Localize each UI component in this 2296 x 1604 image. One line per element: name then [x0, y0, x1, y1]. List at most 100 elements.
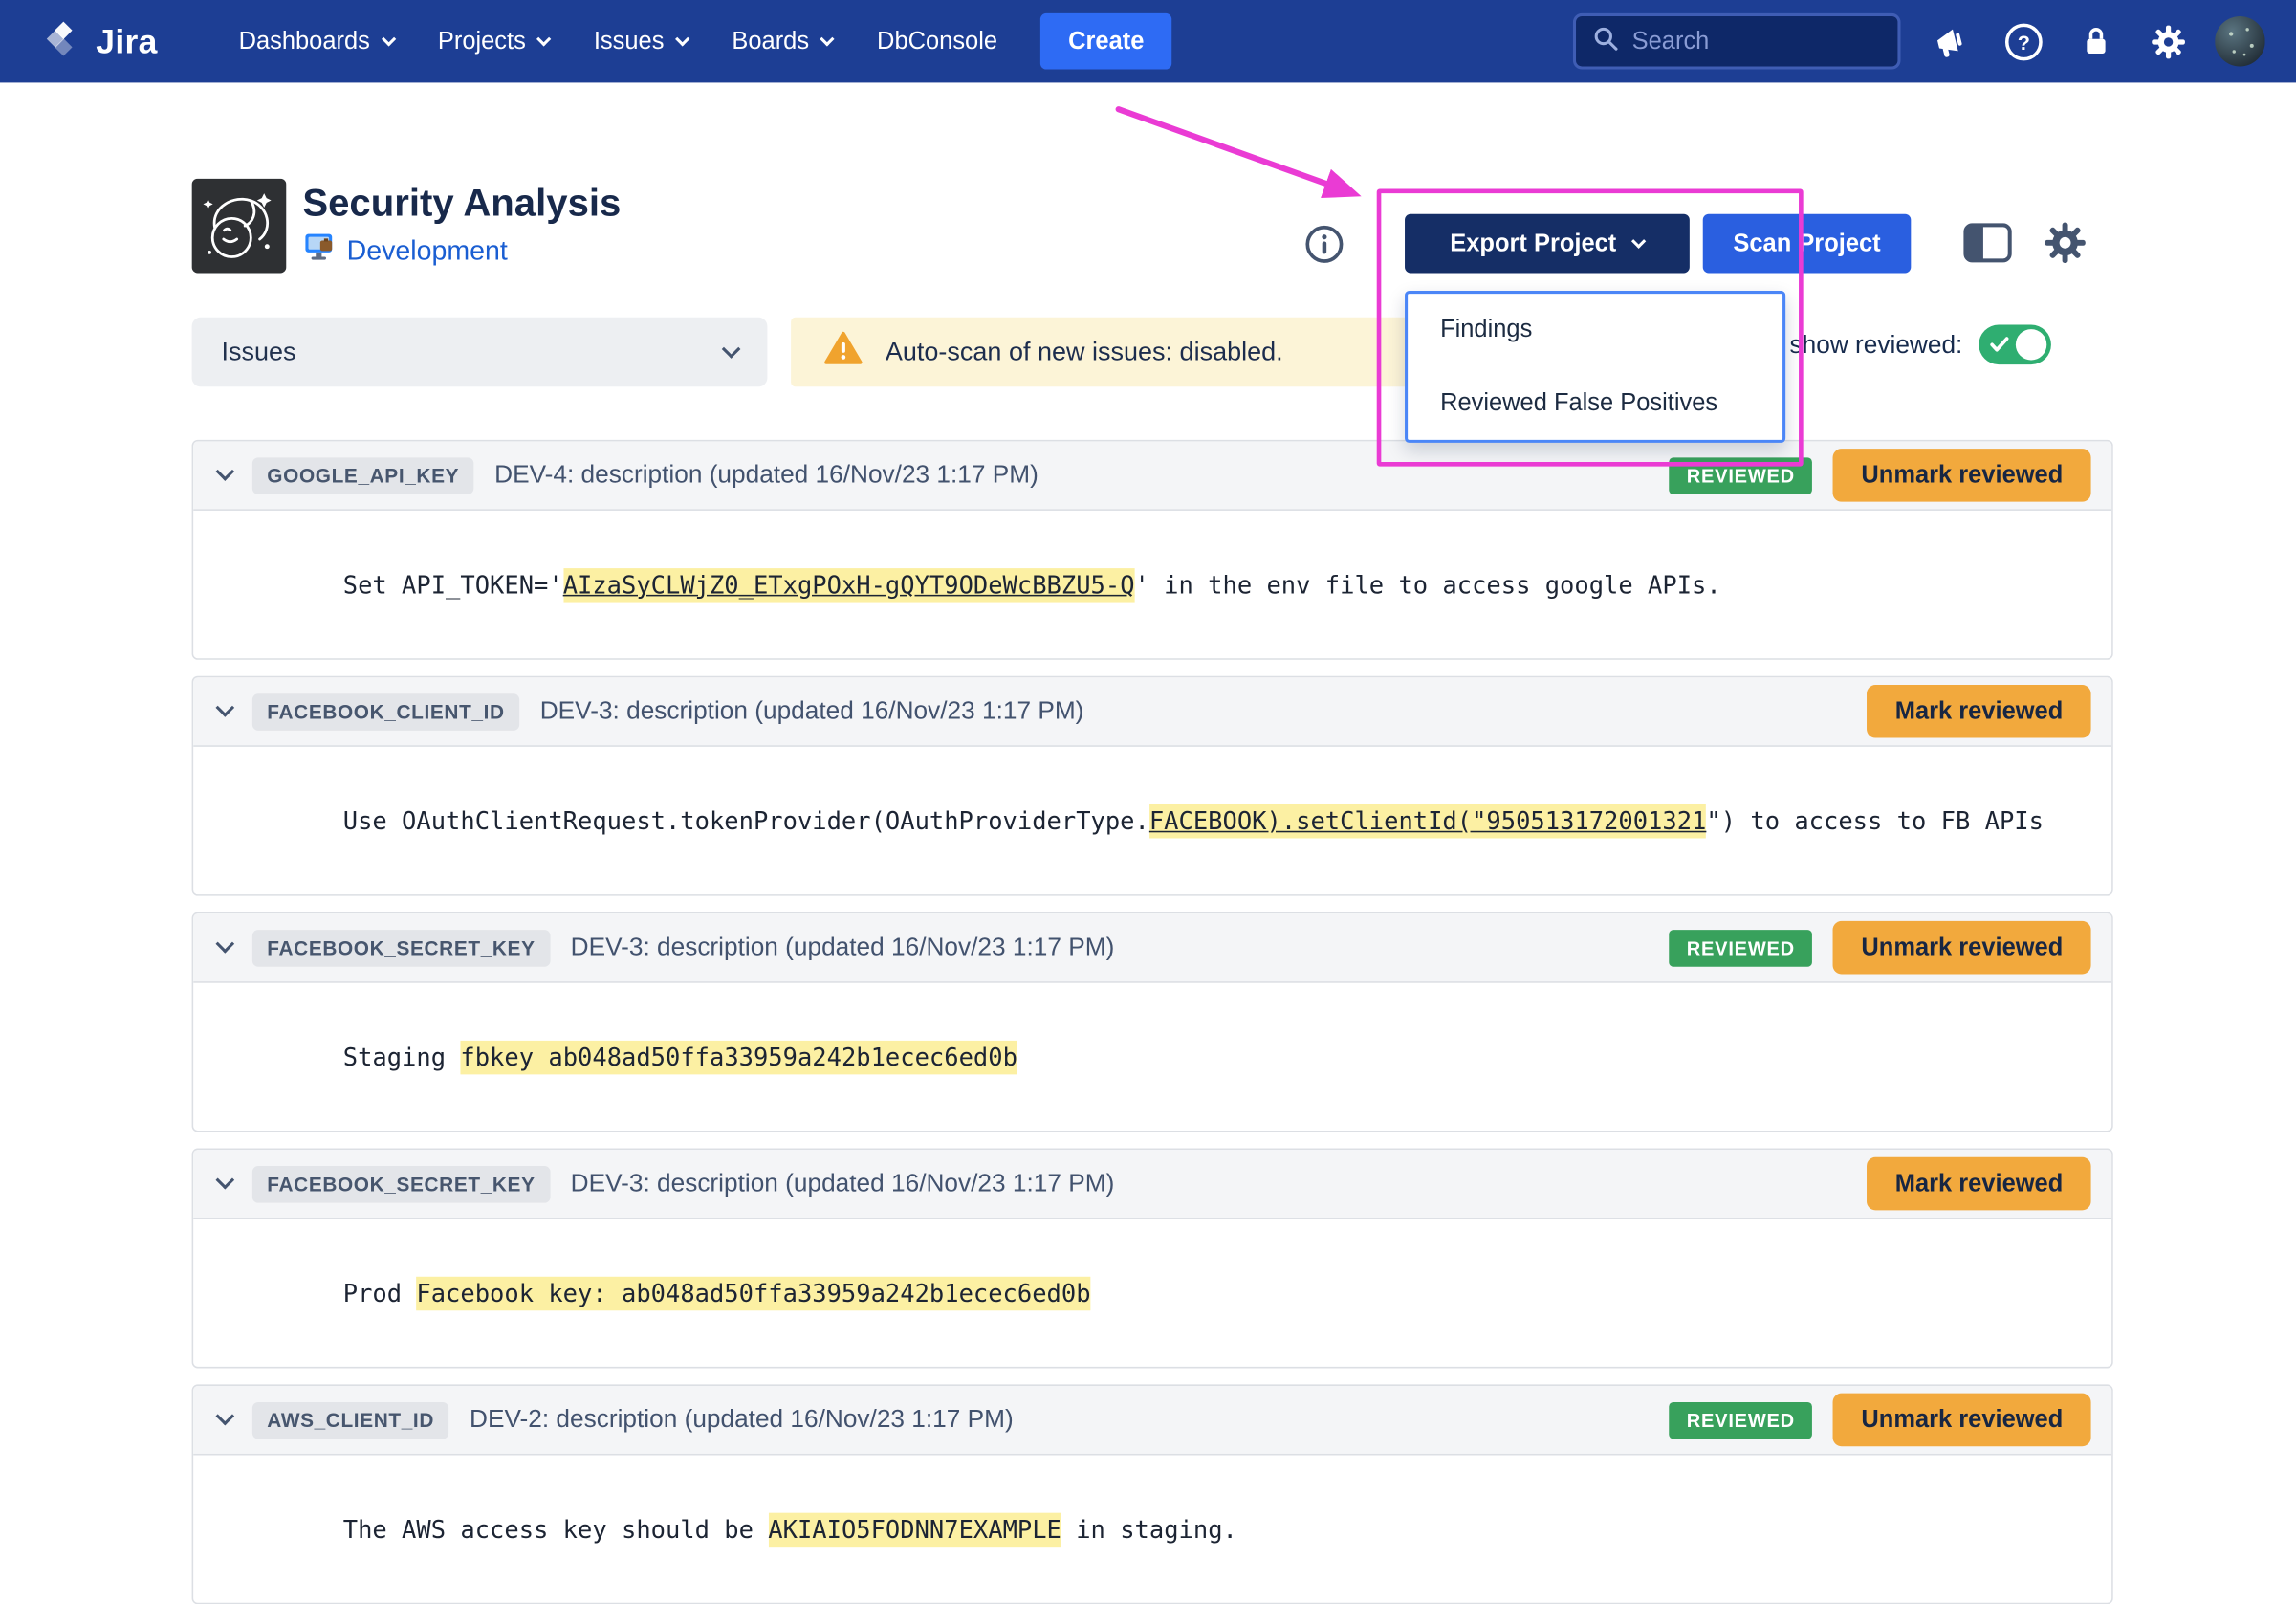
development-category-icon [302, 231, 335, 269]
unmark-reviewed-button[interactable]: Unmark reviewed [1833, 449, 2091, 502]
description-segment: Set API_TOKEN=' [343, 571, 563, 599]
finding-card: FACEBOOK_CLIENT_ID DEV-3: description (u… [192, 676, 2113, 896]
nav-item-label: Boards [732, 28, 809, 55]
jira-logo-icon [44, 18, 82, 64]
finding-description: Use OAuthClientRequest.tokenProvider(OAu… [193, 747, 2111, 894]
search-icon [1592, 24, 1619, 57]
secret-highlight: AIzaSyCLWjZ0_ETxgPOxH-gQYT9ODeWcBBZU5-Q [563, 568, 1135, 602]
description-segment: ") to access to FB APIs [1706, 807, 2044, 835]
nav-dbconsole[interactable]: DbConsole [855, 0, 1019, 82]
jira-logo-text: Jira [96, 21, 157, 61]
finding-card: FACEBOOK_SECRET_KEY DEV-3: description (… [192, 1149, 2113, 1369]
finding-type-badge: GOOGLE_API_KEY [252, 457, 474, 494]
findings-list: GOOGLE_API_KEY DEV-4: description (updat… [192, 440, 2113, 1604]
reviewed-badge: REVIEWED [1669, 1401, 1812, 1439]
info-icon[interactable] [1304, 225, 1345, 272]
unmark-reviewed-button[interactable]: Unmark reviewed [1833, 921, 2091, 975]
nav-item-label: Dashboards [239, 28, 370, 55]
finding-type-badge: FACEBOOK_CLIENT_ID [252, 692, 519, 730]
finding-card: FACEBOOK_SECRET_KEY DEV-3: description (… [192, 912, 2113, 1132]
toggle-knob [2016, 329, 2046, 360]
check-icon [1989, 335, 2010, 354]
chevron-down-icon [537, 31, 552, 45]
annotation-arrow [1092, 85, 1416, 248]
collapse-chevron-icon[interactable] [216, 1407, 235, 1426]
development-link[interactable]: Development [347, 234, 508, 267]
finding-title: DEV-3: description (updated 16/Nov/23 1:… [571, 1169, 1115, 1198]
mark-reviewed-button[interactable]: Mark reviewed [1867, 685, 2090, 738]
finding-title: DEV-3: description (updated 16/Nov/23 1:… [540, 696, 1084, 726]
finding-title: DEV-3: description (updated 16/Nov/23 1:… [571, 933, 1115, 962]
lock-icon[interactable] [2068, 14, 2122, 68]
svg-text:?: ? [2017, 30, 2029, 54]
finding-type-badge: FACEBOOK_SECRET_KEY [252, 929, 550, 966]
description-segment: Prod [343, 1280, 417, 1307]
nav-dashboards[interactable]: Dashboards [216, 0, 415, 82]
finding-description: Staging fbkey ab048ad50ffa33959a242b1ece… [193, 983, 2111, 1131]
jira-logo[interactable]: Jira [44, 18, 157, 64]
secret-highlight: AKIAIO5FODNN7EXAMPLE [768, 1513, 1061, 1547]
chevron-down-icon [722, 339, 741, 358]
warning-text: Auto-scan of new issues: disabled. [886, 337, 1283, 367]
user-avatar[interactable] [2214, 14, 2267, 68]
nav-projects[interactable]: Projects [416, 0, 572, 82]
finding-card: AWS_CLIENT_ID DEV-2: description (update… [192, 1384, 2113, 1604]
top-navigation-bar: Jira Dashboards Projects Issues Boards D… [0, 0, 2296, 82]
menu-item-reviewed-false-positives[interactable]: Reviewed False Positives [1408, 366, 1782, 439]
collapse-chevron-icon[interactable] [216, 934, 235, 954]
nav-issues[interactable]: Issues [572, 0, 711, 82]
chevron-down-icon [1632, 233, 1647, 248]
collapse-chevron-icon[interactable] [216, 1171, 235, 1190]
secret-highlight: FACEBOOK).setClientId("950513172001321 [1149, 804, 1707, 838]
scan-project-button[interactable]: Scan Project [1703, 214, 1912, 274]
description-segment: Staging [343, 1044, 461, 1071]
nav-item-label: Issues [594, 28, 665, 55]
unmark-reviewed-button[interactable]: Unmark reviewed [1833, 1394, 2091, 1447]
chevron-down-icon [382, 31, 396, 45]
finding-title: DEV-2: description (updated 16/Nov/23 1:… [470, 1405, 1014, 1435]
finding-header: GOOGLE_API_KEY DEV-4: description (updat… [193, 441, 2111, 511]
description-segment: ' in the env file to access google APIs. [1135, 571, 1721, 599]
help-icon[interactable]: ? [1997, 14, 2050, 68]
gear-icon[interactable] [2141, 14, 2195, 68]
page-title: Security Analysis [302, 180, 621, 226]
chevron-down-icon [820, 31, 835, 45]
finding-type-badge: FACEBOOK_SECRET_KEY [252, 1165, 550, 1202]
show-reviewed-toggle[interactable] [1979, 324, 2051, 364]
mark-reviewed-button[interactable]: Mark reviewed [1867, 1157, 2090, 1211]
finding-header: FACEBOOK_SECRET_KEY DEV-3: description (… [193, 913, 2111, 983]
project-avatar [192, 179, 287, 274]
finding-description: Prod Facebook key: ab048ad50ffa33959a242… [193, 1219, 2111, 1367]
description-segment: The AWS access key should be [343, 1516, 769, 1544]
finding-description: The AWS access key should be AKIAIO5FODN… [193, 1455, 2111, 1602]
issues-filter-select[interactable]: Issues [192, 318, 768, 387]
secret-highlight: Facebook key: ab048ad50ffa33959a242b1ece… [416, 1277, 1090, 1310]
collapse-chevron-icon[interactable] [216, 462, 235, 481]
settings-gear-icon[interactable] [2041, 218, 2089, 275]
page: Jira Dashboards Projects Issues Boards D… [0, 0, 2296, 1324]
secret-highlight: fbkey ab048ad50ffa33959a242b1ecec6ed0b [460, 1041, 1017, 1074]
reviewed-badge: REVIEWED [1669, 929, 1812, 966]
search-input[interactable] [1632, 28, 1882, 55]
issues-filter-value: Issues [221, 337, 295, 367]
nav-boards[interactable]: Boards [710, 0, 855, 82]
description-segment: in staging. [1061, 1516, 1237, 1544]
finding-title: DEV-4: description (updated 16/Nov/23 1:… [494, 460, 1039, 490]
auto-scan-warning: Auto-scan of new issues: disabled. [791, 318, 1499, 387]
export-project-button[interactable]: Export Project [1405, 214, 1690, 274]
finding-description: Set API_TOKEN='AIzaSyCLWjZ0_ETxgPOxH-gQY… [193, 511, 2111, 658]
collapse-chevron-icon[interactable] [216, 698, 235, 717]
reviewed-badge: REVIEWED [1669, 457, 1812, 494]
warning-icon [823, 331, 864, 374]
details-panel-icon[interactable] [1962, 221, 2012, 271]
finding-header: FACEBOOK_SECRET_KEY DEV-3: description (… [193, 1150, 2111, 1219]
create-button[interactable]: Create [1040, 13, 1172, 70]
finding-header: AWS_CLIENT_ID DEV-2: description (update… [193, 1386, 2111, 1456]
menu-item-findings[interactable]: Findings [1408, 294, 1782, 366]
finding-card: GOOGLE_API_KEY DEV-4: description (updat… [192, 440, 2113, 660]
global-search[interactable] [1573, 13, 1901, 70]
nav-item-label: DbConsole [877, 28, 997, 55]
chevron-down-icon [675, 31, 689, 45]
export-project-label: Export Project [1450, 230, 1616, 257]
announcement-icon[interactable] [1924, 14, 1978, 68]
